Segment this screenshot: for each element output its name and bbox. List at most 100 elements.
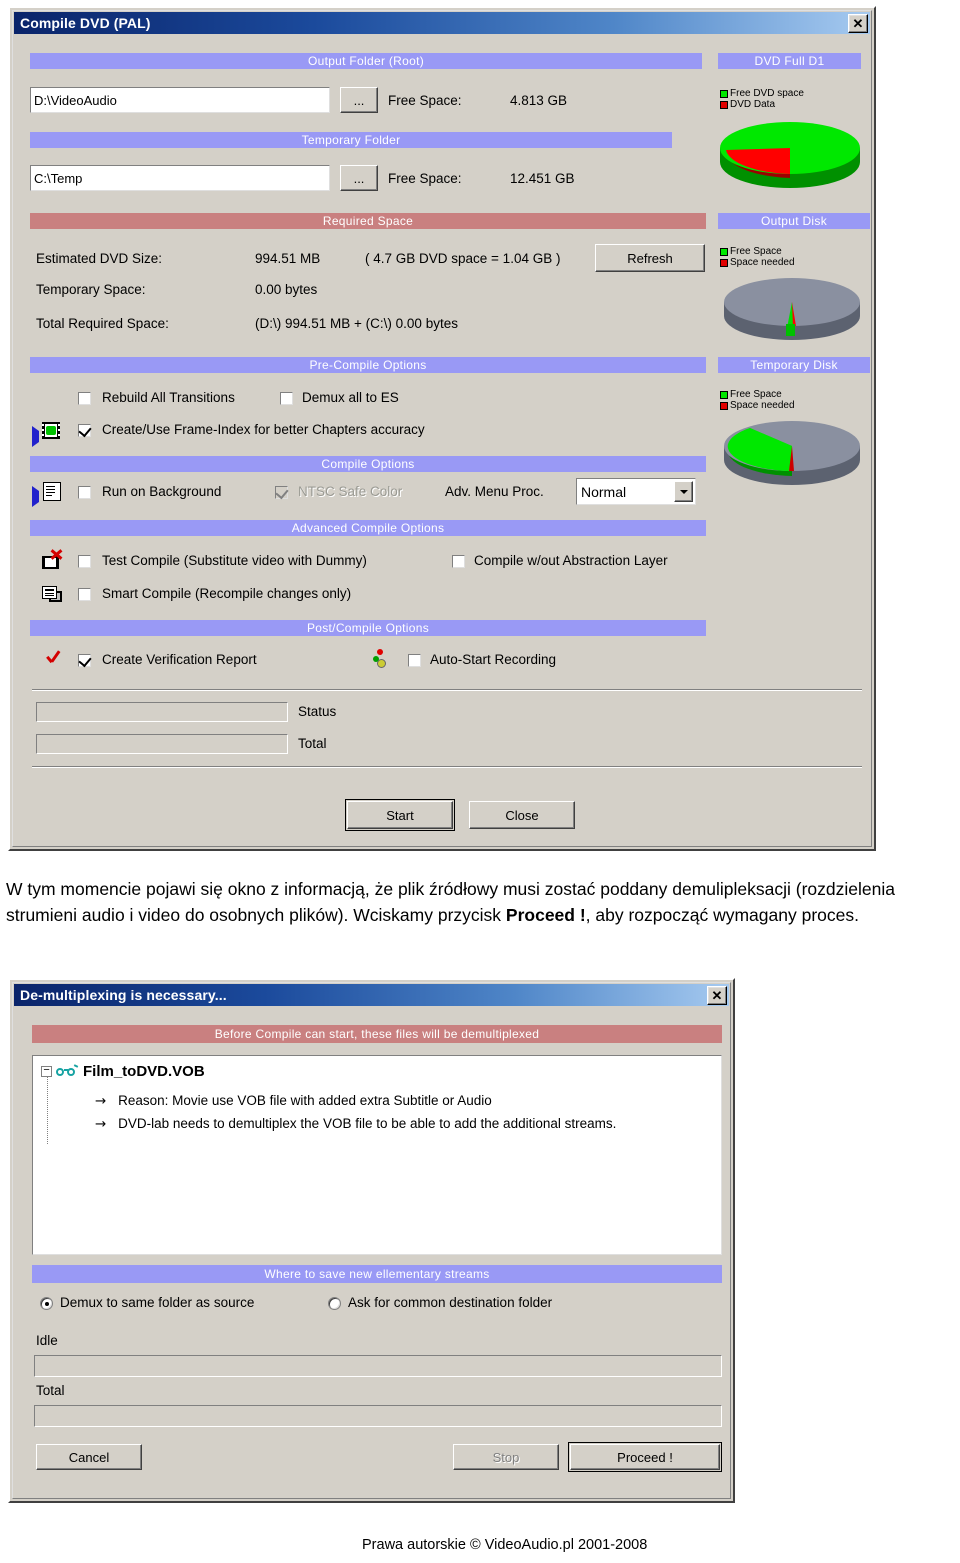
adv-menu-proc-value: Normal	[581, 483, 627, 500]
estimated-dvd-size-label: Estimated DVD Size:	[36, 251, 163, 266]
divider-top	[32, 689, 862, 691]
temporary-disk-legend: Free Space Space needed	[720, 389, 795, 411]
status-progress-bar	[36, 702, 288, 722]
close-icon[interactable]: ✕	[848, 14, 868, 33]
post-compile-options-bar: Post/Compile Options	[30, 620, 706, 636]
start-button[interactable]: Start	[345, 799, 455, 831]
smart-compile-icon	[42, 586, 62, 604]
total-required-space-value: (D:\) 994.51 MB + (C:\) 0.00 bytes	[255, 316, 458, 331]
glasses-icon	[56, 1064, 79, 1078]
compile-wout-abstraction-checkbox[interactable]	[452, 555, 465, 568]
dvd-full-d1-bar: DVD Full D1	[718, 53, 861, 69]
tree-arrow-icon: →	[95, 1093, 107, 1109]
dvd-full-d1-legend: Free DVD space DVD Data	[720, 88, 804, 110]
temporary-folder-input[interactable]: C:\Temp	[30, 165, 330, 191]
demux-file-tree[interactable]: − Film_toDVD.VOB → Reason: Movie use VOB…	[32, 1055, 722, 1255]
smart-compile-checkbox[interactable]	[78, 588, 91, 601]
compile-dvd-titlebar[interactable]: Compile DVD (PAL) ✕	[14, 12, 870, 34]
legend-label-needed: Space needed	[730, 400, 795, 411]
demux-all-to-es-checkbox[interactable]	[280, 392, 293, 405]
compile-dvd-window: Compile DVD (PAL) ✕ Output Folder (Root)…	[8, 6, 876, 851]
demux-window: De-multiplexing is necessary... ✕ Before…	[8, 978, 735, 1503]
adv-menu-proc-label: Adv. Menu Proc.	[445, 484, 544, 499]
rebuild-all-transitions-checkbox[interactable]	[78, 392, 91, 405]
legend-label-needed: Space needed	[730, 257, 795, 268]
temporary-disk-bar: Temporary Disk	[718, 357, 870, 373]
test-compile-icon	[42, 549, 63, 571]
temporary-free-space-value: 12.451 GB	[510, 171, 575, 186]
rebuild-all-transitions-label: Rebuild All Transitions	[102, 390, 235, 405]
legend-swatch-free	[720, 390, 728, 399]
temporary-free-space-label: Free Space:	[388, 171, 462, 186]
divider-bottom	[32, 766, 862, 768]
demux-window-title: De-multiplexing is necessary...	[20, 987, 227, 1003]
close-button[interactable]: Close	[469, 801, 575, 829]
idle-progress-bar	[34, 1355, 722, 1377]
temporary-disk-pie-chart	[724, 421, 860, 485]
temporary-space-label: Temporary Space:	[36, 282, 146, 297]
legend-swatch-free	[720, 247, 728, 256]
demux-same-folder-label: Demux to same folder as source	[60, 1295, 255, 1310]
paragraph-bold-proceed: Proceed !	[505, 905, 586, 925]
legend-swatch-needed	[720, 258, 728, 267]
demux-titlebar[interactable]: De-multiplexing is necessary... ✕	[14, 984, 729, 1006]
create-verification-report-checkbox[interactable]	[78, 653, 92, 668]
idle-status-label: Idle	[36, 1333, 58, 1348]
test-compile-label: Test Compile (Substitute video with Dumm…	[102, 553, 367, 568]
frame-index-label: Create/Use Frame-Index for better Chapte…	[102, 422, 425, 437]
ask-destination-folder-radio[interactable]	[328, 1297, 341, 1310]
stop-button: Stop	[453, 1444, 559, 1470]
temporary-folder-bar: Temporary Folder	[30, 132, 672, 148]
total-required-space-label: Total Required Space:	[36, 316, 169, 331]
compile-wout-abstraction-label: Compile w/out Abstraction Layer	[474, 553, 668, 568]
ntsc-safe-color-checkbox[interactable]	[275, 485, 289, 500]
refresh-button[interactable]: Refresh	[595, 244, 705, 272]
temporary-folder-browse-button[interactable]: ...	[340, 165, 378, 191]
run-on-background-label: Run on Background	[102, 484, 222, 499]
paragraph-line-1: W tym momencie pojawi się okno z informa…	[6, 879, 668, 899]
legend-swatch-data	[720, 100, 728, 109]
where-to-save-bar: Where to save new ellementary streams	[32, 1265, 722, 1283]
legend-label-free: Free DVD space	[730, 88, 804, 99]
legend-label-free: Free Space	[730, 246, 782, 257]
output-disk-legend: Free Space Space needed	[720, 246, 795, 268]
output-folder-browse-button[interactable]: ...	[340, 87, 378, 113]
legend-swatch-needed	[720, 401, 728, 410]
red-check-icon	[46, 650, 61, 668]
legend-swatch-free	[720, 89, 728, 98]
output-folder-input[interactable]: D:\VideoAudio	[30, 87, 330, 113]
proceed-button[interactable]: Proceed !	[568, 1442, 722, 1472]
legend-label-data: DVD Data	[730, 99, 776, 110]
ntsc-safe-color-label: NTSC Safe Color	[298, 484, 403, 499]
demux-same-folder-radio[interactable]	[40, 1297, 53, 1310]
check-mark-icon	[78, 423, 92, 438]
demux-all-to-es-label: Demux all to ES	[302, 390, 399, 405]
auto-start-recording-label: Auto-Start Recording	[430, 652, 557, 667]
legend-label-free: Free Space	[730, 389, 782, 400]
frame-index-checkbox[interactable]	[78, 423, 92, 438]
output-folder-bar: Output Folder (Root)	[30, 53, 702, 69]
auto-start-recording-checkbox[interactable]	[408, 654, 421, 667]
status-label: Status	[298, 704, 337, 719]
output-disk-bar: Output Disk	[718, 213, 870, 229]
tree-child-label: DVD-lab needs to demultiplex the VOB fil…	[118, 1116, 617, 1131]
tree-child-label: Reason: Movie use VOB file with added ex…	[118, 1093, 492, 1108]
adv-menu-proc-select[interactable]: Normal	[576, 478, 696, 505]
total-progress-bar	[36, 734, 288, 754]
film-strip-icon	[42, 422, 60, 439]
tree-connector-line	[47, 1076, 48, 1144]
required-space-bar: Required Space	[30, 213, 706, 229]
tree-child-row: → DVD-lab needs to demultiplex the VOB f…	[95, 1116, 616, 1132]
document-icon	[43, 482, 61, 501]
radio-dot-icon	[44, 1301, 49, 1306]
close-icon[interactable]: ✕	[707, 986, 727, 1005]
chevron-down-icon[interactable]	[674, 481, 693, 502]
pre-compile-options-bar: Pre-Compile Options	[30, 357, 706, 373]
run-on-background-checkbox[interactable]	[78, 486, 91, 499]
test-compile-checkbox[interactable]	[78, 555, 91, 568]
cancel-button[interactable]: Cancel	[36, 1444, 142, 1470]
paragraph-line-3: , aby rozpocząć wymagany proces.	[585, 905, 859, 925]
compile-options-bar: Compile Options	[30, 456, 706, 472]
tree-arrow-icon: →	[95, 1116, 107, 1132]
tree-root-row[interactable]: − Film_toDVD.VOB	[41, 1063, 205, 1080]
